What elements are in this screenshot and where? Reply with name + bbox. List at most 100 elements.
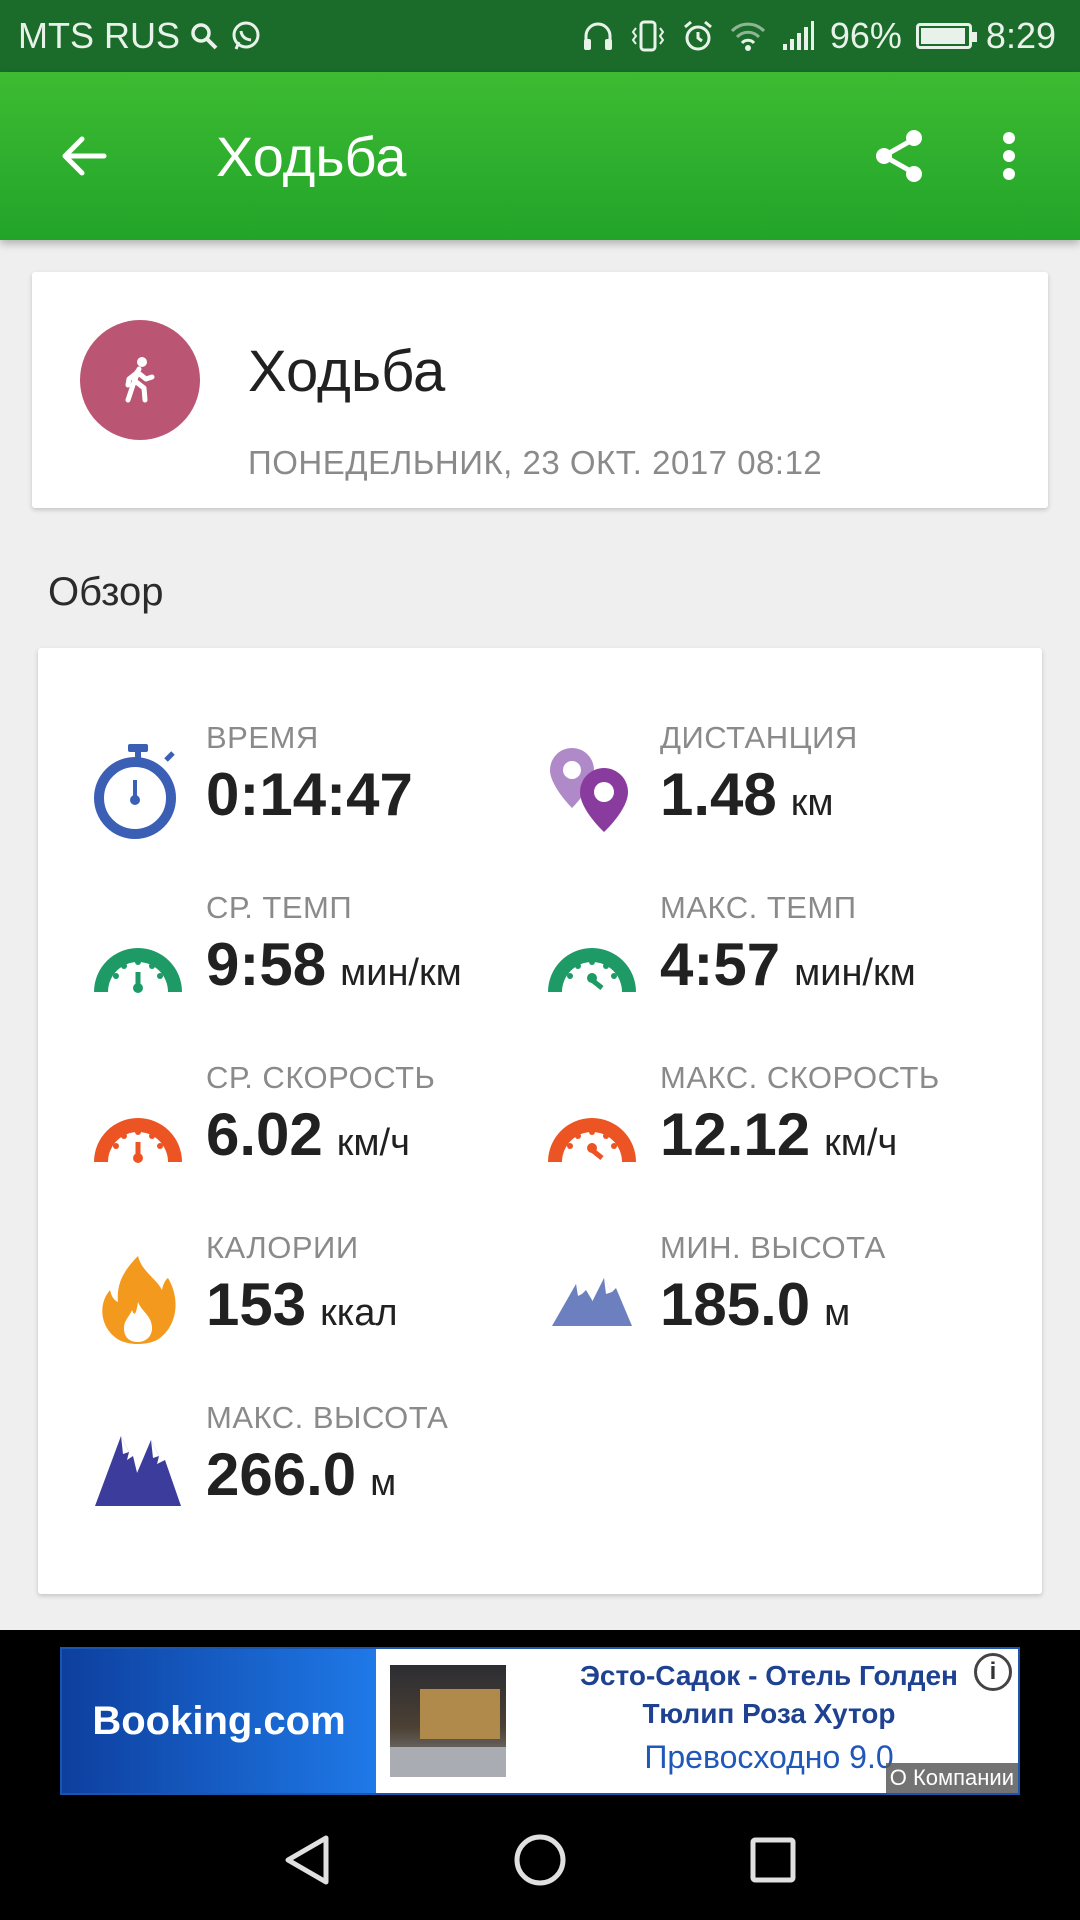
ad-banner[interactable]: Booking.com Эсто-Садок - Отель Голден Тю… <box>60 1647 1020 1795</box>
max-speed-gauge-icon <box>542 1080 642 1180</box>
map-pins-icon <box>542 740 642 840</box>
ad-brand: Booking.com <box>62 1649 376 1793</box>
nav-back-button[interactable] <box>262 1815 352 1905</box>
carrier-group: MTS RUS <box>18 15 264 57</box>
overview-title: Обзор <box>48 570 164 614</box>
nav-recents-button[interactable] <box>728 1815 818 1905</box>
mountains-min-icon <box>542 1250 642 1350</box>
stat-time: ВРЕМЯ 0:14:47 <box>88 720 548 870</box>
ad-about-link[interactable]: О Компании <box>885 1763 1018 1793</box>
avg-speed-gauge-icon <box>88 1080 188 1180</box>
stat-value: 0:14:47 <box>206 761 413 828</box>
app-bar-actions <box>844 96 1064 216</box>
arrow-left-icon <box>62 136 107 176</box>
stat-value: 266.0 <box>206 1441 357 1508</box>
ad-image-building <box>420 1689 500 1739</box>
stat-label: МАКС. СКОРОСТЬ <box>660 1060 940 1095</box>
avg-pace-gauge-icon <box>88 910 188 1010</box>
stat-label: ДИСТАНЦИЯ <box>660 720 858 755</box>
mountains-max-icon <box>88 1420 188 1520</box>
stat-unit: мин/км <box>340 952 462 994</box>
stopwatch-icon <box>88 740 188 840</box>
stat-unit: м <box>824 1292 851 1334</box>
overview-card: ВРЕМЯ 0:14:47 ДИСТАНЦИЯ 1.48 км СР. ТЕМП … <box>38 648 1042 1594</box>
stat-value: 1.48 <box>660 761 777 828</box>
more-vert-icon <box>1003 132 1015 180</box>
overflow-menu-button[interactable] <box>954 96 1064 216</box>
battery-fill <box>920 28 965 44</box>
walking-icon <box>80 320 200 440</box>
stat-label: СР. ТЕМП <box>206 890 353 925</box>
stat-min-elevation: МИН. ВЫСОТА 185.0 м <box>542 1230 1002 1380</box>
battery-percent: 96% <box>829 15 902 56</box>
flame-icon <box>88 1250 188 1350</box>
stat-value-group: 266.0 м <box>206 1440 396 1509</box>
stat-value-group: 1.48 км <box>660 760 834 829</box>
status-icons: 96% 8:29 <box>580 15 1056 57</box>
stat-unit: км/ч <box>824 1122 898 1164</box>
max-pace-gauge-icon <box>542 910 642 1010</box>
search-icon <box>186 18 222 54</box>
ad-hotel-line1: Эсто-Садок - Отель Голден <box>580 1660 958 1691</box>
stat-max-pace: МАКС. ТЕМП 4:57 мин/км <box>542 890 1002 1040</box>
vibrate-icon <box>630 18 666 54</box>
stat-calories: КАЛОРИИ 153 ккал <box>88 1230 548 1380</box>
stat-value: 153 <box>206 1271 307 1338</box>
stat-label: МИН. ВЫСОТА <box>660 1230 886 1265</box>
stat-label: КАЛОРИИ <box>206 1230 359 1265</box>
stat-value: 6.02 <box>206 1101 323 1168</box>
stat-avg-speed: СР. СКОРОСТЬ 6.02 км/ч <box>88 1060 548 1210</box>
stat-value-group: 9:58 мин/км <box>206 930 462 999</box>
app-bar-title: Ходьба <box>216 124 407 188</box>
wifi-icon <box>730 18 766 54</box>
stat-label: МАКС. ВЫСОТА <box>206 1400 449 1435</box>
activity-name: Ходьба <box>248 339 446 404</box>
carrier-name: MTS RUS <box>18 15 180 56</box>
stat-value-group: 0:14:47 <box>206 760 427 829</box>
stat-value-group: 185.0 м <box>660 1270 850 1339</box>
stat-unit: мин/км <box>794 952 916 994</box>
app-bar: Ходьба <box>0 72 1080 240</box>
stat-label: СР. СКОРОСТЬ <box>206 1060 436 1095</box>
stat-avg-pace: СР. ТЕМП 9:58 мин/км <box>88 890 548 1040</box>
navigation-bar <box>0 1800 1080 1920</box>
battery-icon <box>915 23 977 49</box>
nav-home-icon <box>514 1834 566 1886</box>
stat-label: МАКС. ТЕМП <box>660 890 857 925</box>
back-button[interactable] <box>24 96 144 216</box>
activity-header-card: Ходьба ПОНЕДЕЛЬНИК, 23 ОКТ. 2017 08:12 <box>32 272 1048 508</box>
stat-max-elevation: МАКС. ВЫСОТА 266.0 м <box>88 1400 548 1550</box>
status-bar: MTS RUS 96% 8:29 <box>0 0 1080 72</box>
nav-back-icon <box>285 1835 329 1885</box>
stat-value-group: 153 ккал <box>206 1270 398 1339</box>
stat-value: 185.0 <box>660 1271 811 1338</box>
share-button[interactable] <box>844 96 954 216</box>
stat-value-group: 4:57 мин/км <box>660 930 916 999</box>
headphones-icon <box>580 18 616 54</box>
info-icon[interactable]: i <box>974 1653 1012 1691</box>
stat-value-group: 6.02 км/ч <box>206 1100 410 1169</box>
stat-unit: м <box>370 1462 397 1504</box>
stat-label: ВРЕМЯ <box>206 720 319 755</box>
activity-date: ПОНЕДЕЛЬНИК, 23 ОКТ. 2017 08:12 <box>248 444 823 481</box>
stat-unit: ккал <box>320 1292 398 1334</box>
ad-hotel-image <box>390 1665 506 1777</box>
clock: 8:29 <box>985 15 1056 56</box>
share-icon <box>876 130 922 182</box>
nav-home-button[interactable] <box>495 1815 585 1905</box>
signal-icon <box>780 18 816 54</box>
stat-distance: ДИСТАНЦИЯ 1.48 км <box>542 720 1002 870</box>
stat-value: 12.12 <box>660 1101 811 1168</box>
stat-value-group: 12.12 км/ч <box>660 1100 897 1169</box>
ad-image-ground <box>390 1747 506 1777</box>
stat-unit: км <box>790 782 834 824</box>
stat-unit: км/ч <box>336 1122 410 1164</box>
stat-max-speed: МАКС. СКОРОСТЬ 12.12 км/ч <box>542 1060 1002 1210</box>
stat-value: 4:57 <box>660 931 781 998</box>
whatsapp-icon <box>228 18 264 54</box>
stat-value: 9:58 <box>206 931 327 998</box>
ad-hotel-line2: Тюлип Роза Хутор <box>642 1698 896 1729</box>
ad-rating: Превосходно 9.0 <box>644 1739 894 1775</box>
nav-recents-icon <box>750 1837 796 1883</box>
alarm-icon <box>680 18 716 54</box>
